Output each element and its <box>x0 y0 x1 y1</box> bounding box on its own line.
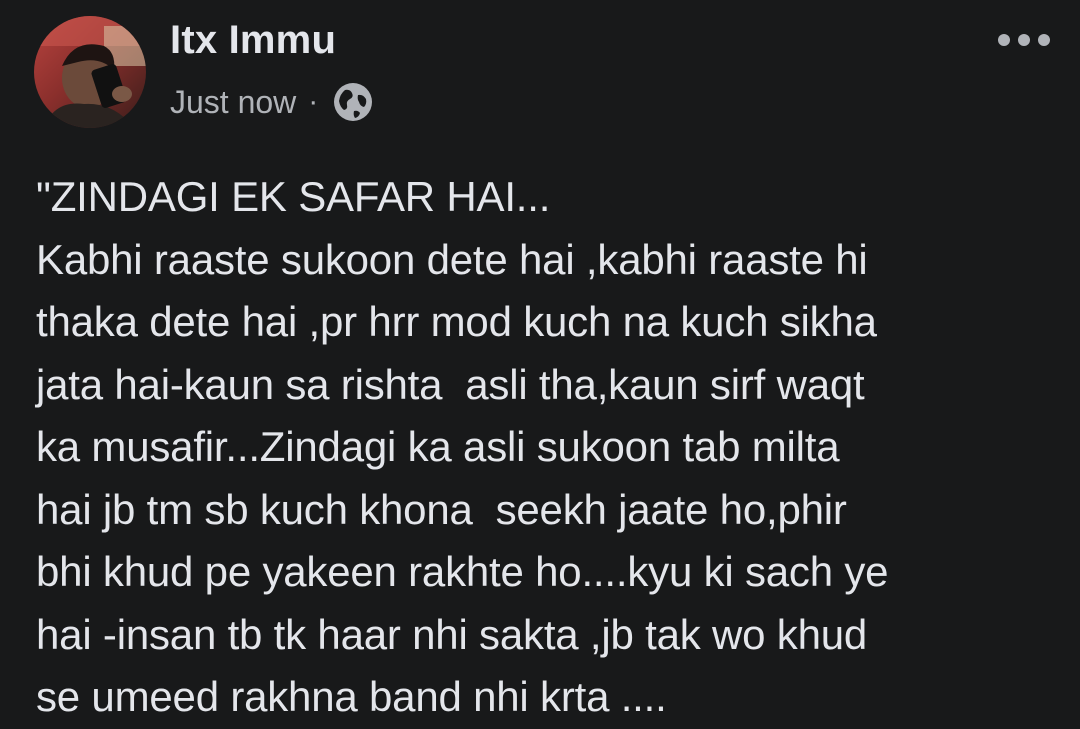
meta-separator: · <box>308 85 319 118</box>
post-text-line: se umeed rakhna band nhi krta .... <box>36 673 667 720</box>
more-options-icon <box>998 34 1050 46</box>
post-text-line: thaka dete hai ,pr hrr mod kuch na kuch … <box>36 298 877 345</box>
globe-icon[interactable] <box>332 81 374 123</box>
post-text-line: hai -insan tb tk haar nhi sakta ,jb tak … <box>36 610 868 658</box>
post-text-line: "ZINDAGI EK SAFAR HAI... <box>36 173 551 220</box>
post-text-line: Kabhi raaste sukoon dete hai ,kabhi raas… <box>36 235 868 283</box>
avatar[interactable] <box>34 16 146 128</box>
post-timestamp[interactable]: Just now <box>170 84 296 121</box>
post-text-line: ka musafir...Zindagi ka asli sukoon tab … <box>36 423 840 470</box>
author-name[interactable]: Itx Immu <box>170 18 336 63</box>
post-meta: Just now · <box>170 80 374 124</box>
post-text: "ZINDAGI EK SAFAR HAI... Kabhi raaste su… <box>36 166 1066 729</box>
post-text-line: jata hai-kaun sa rishta asli tha,kaun si… <box>36 360 865 408</box>
post-text-line: bhi khud pe yakeen rakhte ho....kyu ki s… <box>36 548 889 595</box>
more-options-button[interactable] <box>992 20 1056 60</box>
post-text-line: hai jb tm sb kuch khona seekh jaate ho,p… <box>36 485 847 533</box>
post-card: Itx Immu Just now · "ZINDAGI EK SAFAR HA… <box>0 0 1080 728</box>
